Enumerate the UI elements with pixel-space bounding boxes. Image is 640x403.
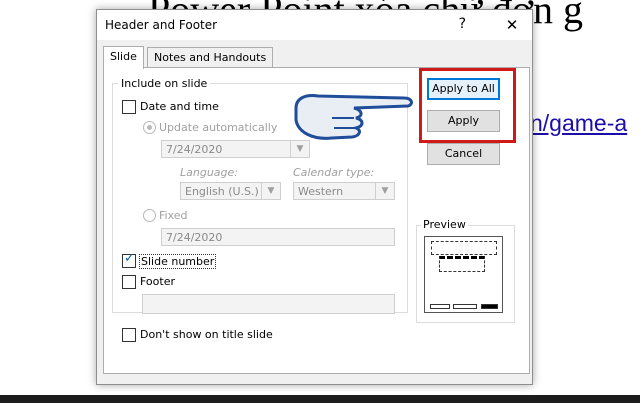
calendar-type-value: Western [298, 185, 344, 198]
update-date-select[interactable]: 7/24/2020 ▼ [161, 140, 310, 158]
update-date-value: 7/24/2020 [166, 143, 223, 156]
footer-text-field[interactable] [142, 294, 395, 314]
date-and-time-checkbox[interactable] [122, 100, 136, 114]
footer-label: Footer [140, 275, 175, 288]
fixed-date-value: 7/24/2020 [166, 231, 223, 244]
calendar-type-select[interactable]: Western ▼ [293, 182, 395, 200]
include-on-slide-label: Include on slide [118, 77, 211, 90]
radio-selected-dot [147, 125, 152, 130]
preview-title-placeholder [431, 241, 497, 255]
fixed-date-field[interactable]: 7/24/2020 [161, 228, 395, 246]
dialog-titlebar: Header and Footer ? ✕ [97, 10, 532, 40]
chevron-down-icon: ▼ [261, 183, 280, 199]
language-select[interactable]: English (U.S.) ▼ [180, 182, 281, 200]
update-automatically-radio[interactable] [143, 121, 156, 134]
fixed-radio[interactable] [143, 209, 156, 222]
slide-number-label: Slide number [139, 254, 217, 269]
update-automatically-label: Update automatically [159, 121, 278, 134]
highlight-annotation-box [419, 68, 516, 143]
fixed-label: Fixed [159, 209, 188, 222]
language-value: English (U.S.) [185, 185, 259, 198]
cancel-button[interactable]: Cancel [427, 143, 500, 165]
preview-slide-number-placeholder [481, 304, 498, 309]
slide-number-checkbox[interactable]: ✓ [122, 251, 136, 268]
calendar-type-label: Calendar type: [293, 166, 375, 179]
date-and-time-label: Date and time [140, 100, 219, 113]
preview-footer-placeholder [453, 304, 477, 309]
dont-show-title-checkbox[interactable] [122, 328, 136, 342]
preview-label: Preview [421, 218, 468, 231]
chevron-down-icon: ▼ [375, 183, 394, 199]
dont-show-title-label: Don't show on title slide [140, 328, 273, 341]
tab-notes-and-handouts[interactable]: Notes and Handouts [147, 47, 274, 68]
preview-slide-thumbnail [424, 236, 503, 313]
preview-body-placeholder [439, 256, 485, 272]
tab-slide[interactable]: Slide [103, 46, 144, 69]
bottom-border [0, 395, 640, 403]
help-button[interactable]: ? [459, 16, 466, 32]
check-icon: ✓ [124, 251, 135, 266]
document-link[interactable]: n/game-a [530, 110, 627, 137]
close-button[interactable]: ✕ [498, 14, 526, 36]
dialog-title: Header and Footer [105, 18, 218, 32]
pointing-hand-icon [294, 94, 413, 140]
language-label: Language: [180, 166, 238, 179]
footer-checkbox[interactable] [122, 275, 136, 289]
preview-date-placeholder [430, 304, 450, 309]
